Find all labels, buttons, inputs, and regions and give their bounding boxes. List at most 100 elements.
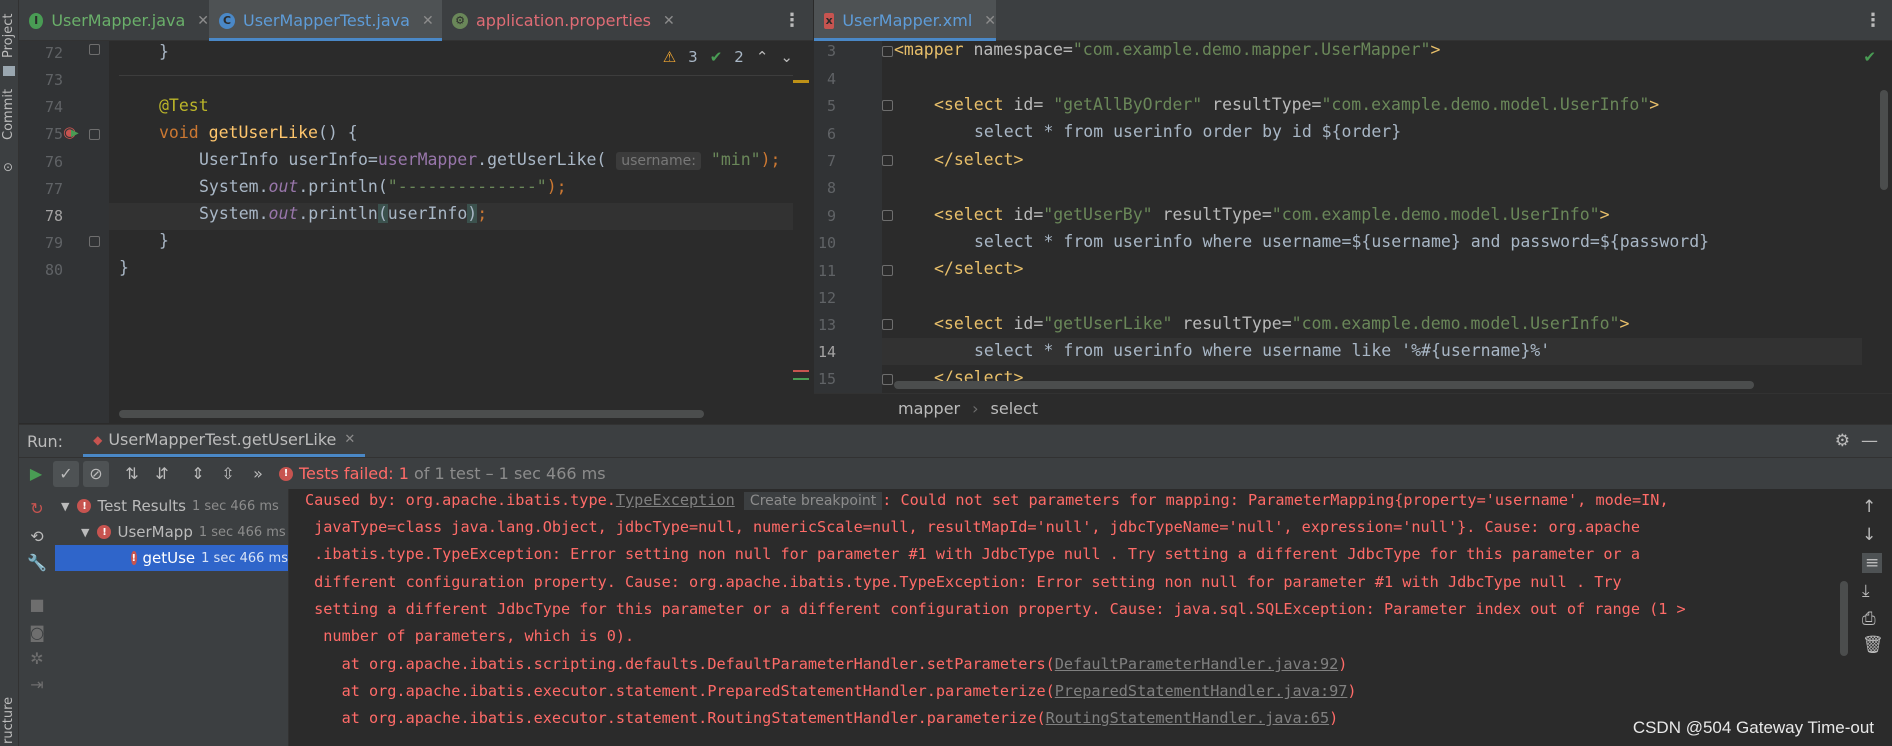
fold-marker-icon[interactable] <box>882 374 893 385</box>
stack-frame-link[interactable]: PreparedStatementHandler.java:97 <box>1055 682 1348 700</box>
tab-label: application.properties <box>476 11 651 30</box>
chevron-down-icon[interactable]: ▼ <box>61 500 69 513</box>
class-icon: C <box>219 12 235 29</box>
error-stripe-marker[interactable] <box>793 370 809 372</box>
stack-frame-link[interactable]: RoutingStatementHandler.java:65 <box>1046 709 1329 727</box>
gear-icon[interactable]: ⚙ <box>1835 431 1850 451</box>
trash-icon[interactable]: 🗑 <box>1862 635 1884 655</box>
scroll-to-end-icon[interactable]: ⤓ <box>1862 581 1870 601</box>
exception-link[interactable]: TypeException <box>616 491 735 509</box>
commit-tool-button[interactable]: Commit <box>1 89 16 140</box>
camera-icon[interactable]: ◙ <box>24 619 50 645</box>
tab-usermapper-xml[interactable]: x UserMapper.xml ✕ <box>814 0 996 41</box>
more-tabs-icon[interactable]: ⋮ <box>783 10 801 31</box>
fold-marker-icon[interactable] <box>89 129 100 140</box>
line-number: 9 <box>826 207 836 225</box>
toggle-auto-test-icon[interactable]: ⟲ <box>24 523 50 549</box>
close-icon[interactable]: ✕ <box>344 432 355 447</box>
fold-marker-icon[interactable] <box>882 210 893 221</box>
close-icon[interactable]: ✕ <box>197 13 209 29</box>
fold-marker-icon[interactable] <box>89 236 100 247</box>
previous-highlight-icon[interactable]: ⌃ <box>756 48 769 66</box>
sort-alphabetically-icon[interactable]: ⇅ <box>119 461 145 487</box>
show-passed-icon[interactable]: ✓ <box>53 460 79 487</box>
inspection-widget[interactable]: ⚠ 3 ✔ 2 ⌃ ⌄ <box>663 48 793 66</box>
watermark: CSDN @504 Gateway Time-out <box>1632 718 1874 737</box>
more-tabs-icon[interactable]: ⋮ <box>1864 10 1882 31</box>
line-number: 72 <box>44 44 63 62</box>
line-number: 11 <box>817 262 836 280</box>
play-icon: ▶ <box>71 128 79 139</box>
xml-line-3: <mapper namespace="com.example.demo.mapp… <box>894 40 1441 59</box>
structure-tool-button[interactable]: ructure <box>1 697 16 744</box>
line-number: 78 <box>44 207 63 225</box>
vertical-scrollbar[interactable] <box>1840 581 1848 656</box>
sort-by-duration-icon[interactable]: ⇵ <box>149 461 175 487</box>
horizontal-scrollbar[interactable] <box>894 381 1754 389</box>
close-icon[interactable]: ✕ <box>663 13 675 29</box>
xml-line-9: <select id="getUserBy" resultType="com.e… <box>934 205 1610 224</box>
minimize-icon[interactable]: — <box>1861 431 1878 451</box>
collapse-all-icon[interactable]: ⇳ <box>215 461 241 487</box>
xml-line-13: <select id="getUserLike" resultType="com… <box>934 314 1630 333</box>
horizontal-scrollbar[interactable] <box>119 410 704 418</box>
stop-icon[interactable]: ■ <box>24 591 50 617</box>
method-separator <box>119 75 793 76</box>
change-stripe-marker[interactable] <box>793 378 809 380</box>
no-problems-check-icon[interactable]: ✔ <box>1863 48 1876 66</box>
fold-marker-icon[interactable] <box>882 46 893 57</box>
tab-application-properties[interactable]: ⚙ application.properties ✕ <box>442 0 682 41</box>
fold-marker-icon[interactable] <box>882 319 893 330</box>
tree-node-test-results[interactable]: ▼ ! Test Results 1 sec 466 ms <box>55 493 288 519</box>
next-highlight-icon[interactable]: ⌄ <box>780 48 793 66</box>
tree-node-time: 1 sec 466 ms <box>198 524 286 540</box>
line-number: 79 <box>44 234 63 252</box>
breadcrumb: mapper › select <box>814 393 1892 423</box>
rerun-icon[interactable]: ▶ <box>23 461 49 487</box>
xml-line-6: select * from userinfo order by id ${ord… <box>974 122 1402 141</box>
commit-icon: ⊙ <box>3 160 14 174</box>
run-config-tab[interactable]: ◆ UserMapperTest.getUserLike ✕ <box>83 425 366 457</box>
stack-frame-link[interactable]: DefaultParameterHandler.java:92 <box>1055 655 1338 673</box>
up-arrow-icon[interactable]: ↑ <box>1862 497 1876 517</box>
tab-usermapper-java[interactable]: I UserMapper.java ✕ <box>19 0 209 41</box>
chevron-down-icon[interactable]: ▼ <box>81 526 89 539</box>
test-config-icon: ◆ <box>93 432 103 447</box>
close-icon[interactable]: ✕ <box>422 13 434 29</box>
print-icon[interactable]: ⎙ <box>1862 609 1876 629</box>
error-stripe-marker[interactable] <box>793 80 809 83</box>
breadcrumb-item-select[interactable]: select <box>991 399 1039 418</box>
console-line: Caused by: org.apache.ibatis.type.TypeEx… <box>305 491 1669 510</box>
project-tool-button[interactable]: Project <box>1 14 16 58</box>
fold-marker-icon[interactable] <box>89 44 100 55</box>
breadcrumb-item-mapper[interactable]: mapper <box>898 399 960 418</box>
tab-usermappertest-java[interactable]: C UserMapperTest.java ✕ <box>209 0 442 41</box>
soft-wrap-icon[interactable]: ≡ <box>1862 553 1883 573</box>
exit-icon[interactable]: ⇥ <box>24 671 50 697</box>
fold-marker-icon[interactable] <box>882 265 893 276</box>
failed-icon: ! <box>131 551 137 565</box>
create-breakpoint-chip[interactable]: Create breakpoint <box>743 492 883 510</box>
line-number: 7 <box>826 152 836 170</box>
show-ignored-icon[interactable]: ⊘ <box>83 460 109 487</box>
wrench-icon[interactable]: 🔧 <box>24 549 50 575</box>
vertical-scrollbar[interactable] <box>1880 90 1888 190</box>
more-chevron-icon[interactable]: » <box>245 461 271 487</box>
down-arrow-icon[interactable]: ↓ <box>1862 525 1876 545</box>
settings-icon[interactable]: ✲ <box>24 645 50 671</box>
xml-line-11: </select> <box>934 259 1024 278</box>
fold-marker-icon[interactable] <box>882 155 893 166</box>
console-line: at org.apache.ibatis.executor.statement.… <box>305 682 1357 700</box>
close-icon[interactable]: ✕ <box>984 13 996 29</box>
tree-node-getuserlike[interactable]: ! getUse 1 sec 466 ms <box>55 545 288 571</box>
expand-all-icon[interactable]: ⇕ <box>185 461 211 487</box>
interface-icon: I <box>29 12 44 29</box>
chevron-right-icon: › <box>972 399 979 418</box>
console-line: javaType=class java.lang.Object, jdbcTyp… <box>305 518 1640 536</box>
xml-icon: x <box>824 12 835 29</box>
console-output[interactable]: Caused by: org.apache.ibatis.type.TypeEx… <box>290 489 1852 746</box>
run-side-toolbar: ↻ ⟲ 🔧 ■ ◙ ✲ ⇥ <box>19 489 55 746</box>
rerun-failed-icon[interactable]: ↻ <box>24 495 50 521</box>
fold-marker-icon[interactable] <box>882 100 893 111</box>
tree-node-usermapper[interactable]: ▼ ! UserMapp 1 sec 466 ms <box>55 519 288 545</box>
